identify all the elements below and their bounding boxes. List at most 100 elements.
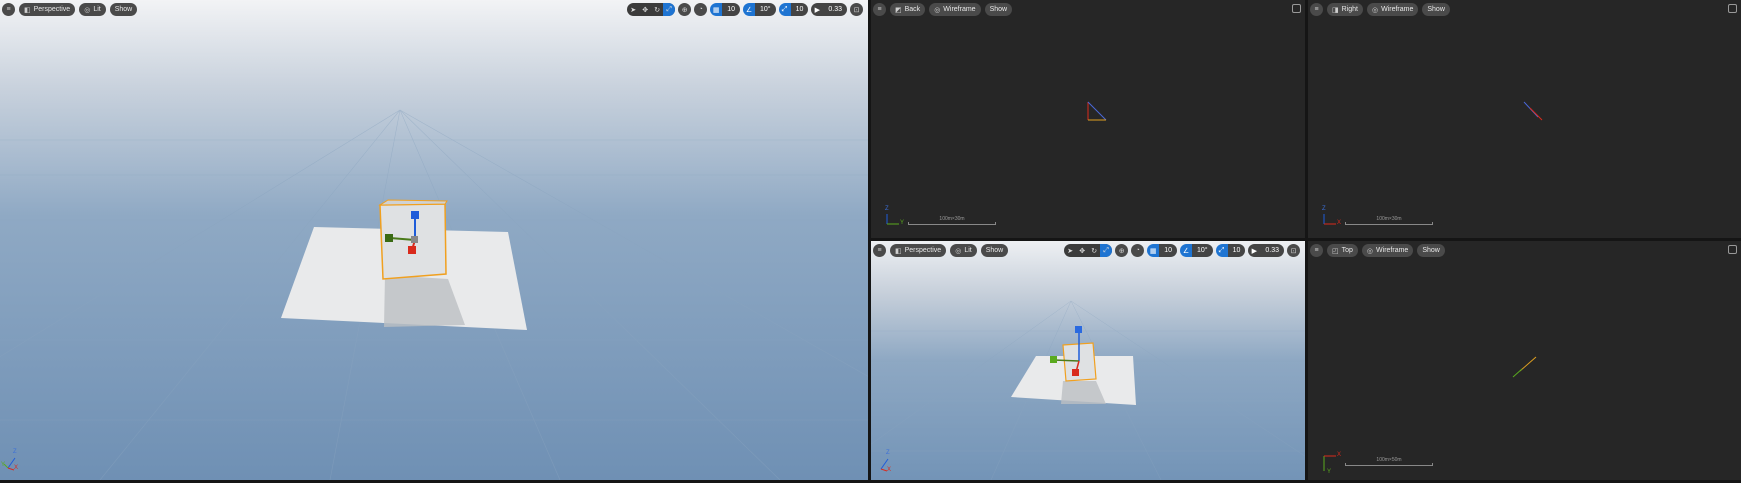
lighting-mode-button[interactable]: ◎ Lit [950, 244, 977, 257]
viewport-top[interactable]: X Y 100m×50m ≡ ◰ Top ◎ Wireframe Show [1308, 241, 1741, 480]
video-camera-icon: ▶ [1248, 244, 1261, 257]
axis-label-x: X [1337, 220, 1342, 226]
scale-indicator: 100m×30m [908, 216, 996, 225]
maximize-icon[interactable] [1728, 245, 1737, 254]
viewport-back[interactable]: Z Y 100m×30m ≡ ◩ Back ◎ Wireframe Show [871, 0, 1305, 238]
maximize-viewport-button[interactable]: ⊡ [850, 3, 863, 16]
axis-label-z: Z [885, 206, 889, 212]
scale-snap-button[interactable]: ⤢ 10 [1215, 244, 1246, 257]
scale-tool-icon[interactable]: ⤢ [663, 3, 676, 16]
scale-icon: ⤢ [1215, 244, 1228, 257]
camera-icon: ◧ [895, 247, 902, 255]
maximize-icon: ⊡ [1290, 247, 1297, 255]
lighting-mode-button[interactable]: ◎ Wireframe [1366, 3, 1419, 16]
axis-label-z: Z [886, 450, 890, 456]
show-button[interactable]: Show [980, 244, 1009, 257]
scale-indicator: 100m×50m [1345, 457, 1433, 466]
ortho-top-icon: ◰ [1332, 247, 1339, 255]
perspective-scene [0, 109, 868, 480]
angle-icon: ∠ [742, 3, 755, 16]
axis-label-x: X [14, 465, 19, 471]
view-mode-button[interactable]: ◨ Right [1327, 3, 1363, 16]
viewport-toolbar-left: ≡ ◧ Perspective ◎ Lit Show [2, 2, 138, 17]
select-tool-icon[interactable]: ➤ [627, 3, 639, 16]
select-tool-icon[interactable]: ➤ [1064, 244, 1076, 257]
translate-tool-icon[interactable]: ✥ [1076, 244, 1088, 257]
axis-label-z: Z [1322, 206, 1326, 212]
rotation-snap-button[interactable]: ∠ 10° [742, 3, 776, 16]
surface-snap-icon: ◔ [698, 6, 703, 13]
viewport-options-button[interactable]: ≡ [1310, 244, 1323, 257]
viewport-right[interactable]: Z X 100m×30m ≡ ◨ Right ◎ Wireframe Show [1308, 0, 1741, 238]
video-camera-icon: ▶ [811, 3, 824, 16]
viewport-toolbar-left: ≡ ◨ Right ◎ Wireframe Show [1310, 2, 1450, 17]
surface-snap-icon: ◔ [1135, 247, 1140, 254]
viewport-perspective-main[interactable]: Z Y X ≡ ◧ Perspective ◎ Lit Show ➤ ✥ ↻ ⤢ ⊕… [0, 0, 868, 480]
translate-tool-icon[interactable]: ✥ [639, 3, 651, 16]
wireframe-sphere-icon: ◎ [1366, 247, 1374, 255]
rotate-tool-icon[interactable]: ↻ [651, 3, 663, 16]
grid-snap-button[interactable]: ▦ 10 [1147, 244, 1177, 257]
menu-icon: ≡ [6, 6, 11, 13]
viewport-options-button[interactable]: ≡ [1310, 3, 1323, 16]
maximize-icon[interactable] [1292, 4, 1301, 13]
rotation-snap-button[interactable]: ∠ 10° [1179, 244, 1213, 257]
viewport-toolbar-right: ➤ ✥ ↻ ⤢ ⊕ ◔ ▦ 10 ∠ 10° ⤢ 10 ▶ 0.33 ⊡ [627, 2, 863, 17]
camera-icon: ◧ [24, 6, 31, 14]
lit-sphere-icon: ◎ [955, 247, 962, 255]
scale-icon: ⤢ [778, 3, 791, 16]
scale-snap-button[interactable]: ⤢ 10 [778, 3, 809, 16]
viewport-perspective-small[interactable]: Z X ≡ ◧ Perspective ◎ Lit Show ➤ ✥ ↻ ⤢ ⊕ ◔… [871, 241, 1305, 480]
transform-mode-group: ➤ ✥ ↻ ⤢ [627, 3, 676, 16]
show-button[interactable]: Show [984, 3, 1013, 16]
maximize-icon[interactable] [1728, 4, 1737, 13]
viewport-toolbar-left: ≡ ◧ Perspective ◎ Lit Show [873, 243, 1009, 258]
menu-icon: ≡ [877, 6, 882, 13]
viewport-options-button[interactable]: ≡ [873, 244, 886, 257]
axis-label-x: X [887, 467, 892, 473]
grid-icon: ▦ [710, 3, 723, 16]
grid-icon: ▦ [1147, 244, 1160, 257]
rotate-tool-icon[interactable]: ↻ [1088, 244, 1100, 257]
angle-icon: ∠ [1179, 244, 1192, 257]
show-button[interactable]: Show [1417, 244, 1445, 257]
transform-mode-group: ➤ ✥ ↻ ⤢ [1064, 244, 1113, 257]
view-mode-button[interactable]: ◩ Back [890, 3, 926, 16]
ortho-back-icon: ◩ [895, 6, 902, 14]
camera-speed-button[interactable]: ▶ 0.33 [811, 3, 847, 16]
viewport-options-button[interactable]: ≡ [2, 3, 15, 16]
view-mode-button[interactable]: ◧ Perspective [890, 244, 947, 257]
maximize-viewport-button[interactable]: ⊡ [1287, 244, 1300, 257]
menu-icon: ≡ [877, 247, 882, 254]
axis-label-y: Y [1, 462, 6, 468]
lighting-mode-button[interactable]: ◎ Lit [79, 3, 106, 16]
menu-icon: ≡ [1314, 247, 1319, 254]
globe-icon: ⊕ [1118, 247, 1125, 255]
globe-icon: ⊕ [681, 6, 688, 14]
coordinate-space-button[interactable]: ⊕ [678, 3, 692, 16]
scale-indicator: 100m×30m [1345, 216, 1433, 225]
axis-label-y: Y [1327, 469, 1332, 475]
show-button[interactable]: Show [109, 3, 138, 16]
surface-snap-button[interactable]: ◔ [1131, 244, 1145, 257]
view-mode-button[interactable]: ◧ Perspective [19, 3, 76, 16]
wireframe-sphere-icon: ◎ [1371, 6, 1379, 14]
view-mode-button[interactable]: ◰ Top [1327, 244, 1358, 257]
lighting-mode-button[interactable]: ◎ Wireframe [1361, 244, 1414, 257]
surface-snap-button[interactable]: ◔ [694, 3, 708, 16]
viewport-toolbar-left: ≡ ◩ Back ◎ Wireframe Show [873, 2, 1013, 17]
top-view-wireframe [1323, 356, 1537, 471]
scale-tool-icon[interactable]: ⤢ [1100, 244, 1113, 257]
camera-speed-button[interactable]: ▶ 0.33 [1248, 244, 1284, 257]
lit-sphere-icon: ◎ [84, 6, 91, 14]
coordinate-space-button[interactable]: ⊕ [1115, 244, 1129, 257]
grid-snap-button[interactable]: ▦ 10 [710, 3, 740, 16]
lighting-mode-button[interactable]: ◎ Wireframe [929, 3, 981, 16]
viewport-toolbar-right: ➤ ✥ ↻ ⤢ ⊕ ◔ ▦ 10 ∠ 10° ⤢ 10 ▶ 0.33 ⊡ [1064, 243, 1300, 258]
gizmo-y-axis [1053, 359, 1080, 362]
show-button[interactable]: Show [1422, 3, 1450, 16]
ortho-right-icon: ◨ [1332, 6, 1339, 14]
viewport-options-button[interactable]: ≡ [873, 3, 886, 16]
wireframe-sphere-icon: ◎ [934, 6, 941, 14]
viewport-toolbar-left: ≡ ◰ Top ◎ Wireframe Show [1310, 243, 1445, 258]
